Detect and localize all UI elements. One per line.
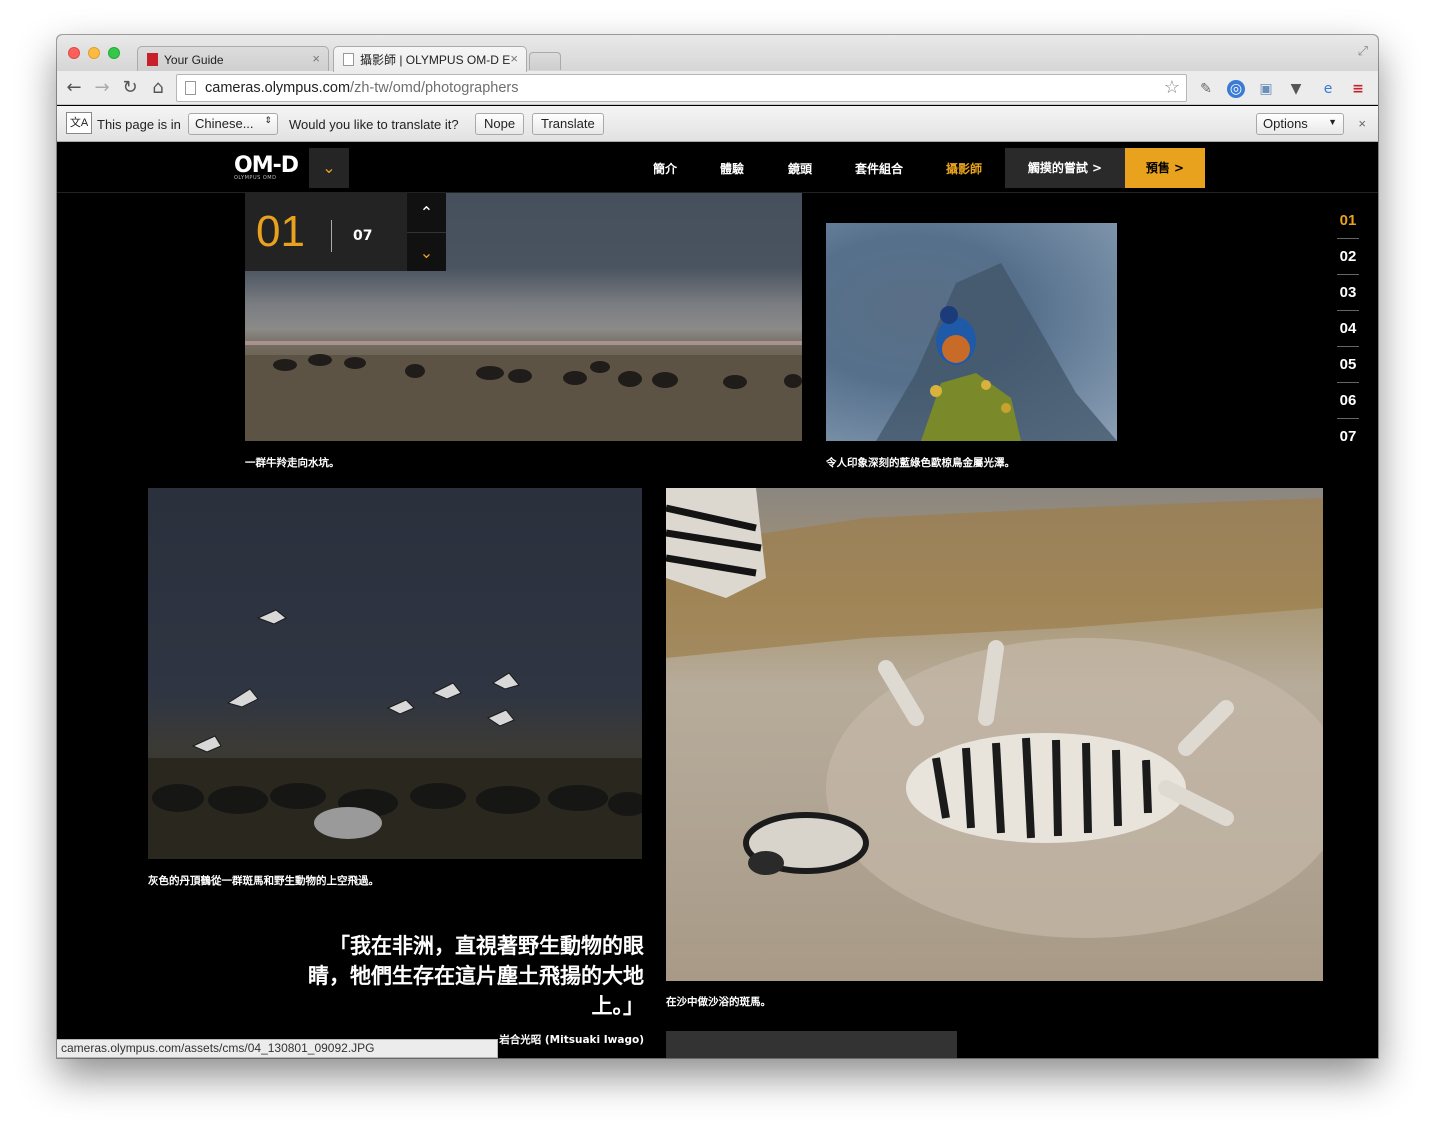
slide-indicator-03[interactable]: 03 (1337, 275, 1359, 311)
slide-indicator-04[interactable]: 04 (1337, 311, 1359, 347)
zoom-window-button[interactable] (108, 47, 120, 59)
eyedropper-icon[interactable]: ✎ (1197, 80, 1215, 98)
next-slide-button[interactable]: ⌄ (407, 232, 446, 271)
photographer-quote: 「我在非洲，直視著野生動物的眼睛，牠們生存在這片塵土飛揚的大地上。」 (308, 934, 644, 1018)
close-window-button[interactable] (68, 47, 80, 59)
ie-tab-icon[interactable]: e (1319, 80, 1337, 98)
new-tab-button[interactable] (529, 52, 561, 70)
try-button[interactable]: 觸摸的嘗試 > (1005, 148, 1125, 188)
page-icon (185, 81, 196, 95)
window-controls (68, 47, 120, 59)
current-slide-number: 01 (256, 207, 305, 256)
nav-lenses[interactable]: 鏡頭 (788, 143, 812, 193)
starling-image (876, 263, 1117, 441)
chevron-down-icon: ⌄ (419, 243, 434, 262)
previous-slide-button[interactable]: ⌃ (407, 193, 446, 232)
plain (245, 355, 802, 441)
stepper-icon: ⇕ (264, 115, 272, 125)
nav-photographers[interactable]: 攝影師 (946, 143, 982, 193)
slide-indicator-07[interactable]: 07 (1337, 419, 1359, 455)
tab-photographers[interactable]: 攝影師 | OLYMPUS OM-D E × (333, 46, 527, 72)
pocket-icon[interactable]: ▼ (1287, 80, 1305, 98)
status-bar: cameras.olympus.com/assets/cms/04_130801… (57, 1039, 498, 1058)
tab-title: Your Guide (164, 52, 224, 67)
photo-zebra-dust[interactable] (666, 488, 1323, 981)
options-select[interactable]: Options ▼ (1256, 113, 1344, 135)
back-icon[interactable]: ← (63, 77, 85, 98)
screenshot-icon[interactable]: ▣ (1257, 80, 1275, 98)
translate-question: Would you like to translate it? (289, 117, 459, 132)
extension-icon[interactable]: ◎ (1227, 80, 1245, 98)
slide-indicator-02[interactable]: 02 (1337, 239, 1359, 275)
forward-icon[interactable]: → (91, 77, 113, 98)
photo-caption: 一群牛羚走向水坑。 (245, 457, 340, 469)
language-value: Chinese... (195, 116, 254, 131)
nav-kits[interactable]: 套件組合 (855, 143, 903, 193)
url-path: /zh-tw/omd/photographers (350, 80, 519, 96)
menu-toggle-button[interactable]: ⌄ (309, 148, 349, 188)
nope-button[interactable]: Nope (475, 113, 525, 135)
tab-close-icon[interactable]: × (312, 51, 320, 66)
webpage: OM-D OLYMPUS OMD ⌄ 簡介 體驗 鏡頭 套件組合 攝影師 觸摸的嘗… (57, 143, 1378, 1058)
page-icon (343, 53, 354, 66)
home-icon[interactable]: ⌂ (147, 77, 169, 98)
slide-counter: 01 07 ⌃ ⌄ (245, 193, 446, 271)
cranes-image (148, 609, 642, 859)
translate-button[interactable]: Translate (532, 113, 604, 135)
minimize-window-button[interactable] (88, 47, 100, 59)
tab-title: 攝影師 | OLYMPUS OM-D E (360, 53, 511, 67)
translate-icon: 文A (66, 112, 92, 134)
chevron-down-icon: ⌄ (322, 158, 336, 177)
flamingo-line (245, 341, 802, 345)
tab-your-guide[interactable]: Your Guide × (137, 46, 329, 72)
slide-indicator-01[interactable]: 01 (1337, 203, 1359, 239)
language-select[interactable]: Chinese... ⇕ (188, 113, 278, 135)
nav-experience[interactable]: 體驗 (720, 143, 744, 193)
dropdown-arrow-icon: ▼ (1328, 117, 1337, 127)
slide-indicator-05[interactable]: 05 (1337, 347, 1359, 383)
cranes (191, 609, 520, 753)
page-language-label: This page is in (97, 117, 181, 132)
nav-intro[interactable]: 簡介 (653, 143, 677, 193)
photo-caption: 令人印象深刻的藍綠色歐椋鳥金屬光澤。 (826, 457, 1015, 469)
photo-next[interactable] (666, 1031, 957, 1058)
bird-head (940, 306, 958, 324)
total-slides: 07 (353, 228, 373, 244)
tab-close-icon[interactable]: × (510, 51, 518, 66)
browser-toolbar: ← → ↻ ⌂ cameras.olympus.com/zh-tw/omd/ph… (57, 71, 1378, 105)
favicon-icon (147, 53, 158, 66)
bird-breast (942, 335, 970, 363)
zebra (314, 807, 382, 839)
close-translate-bar-icon[interactable]: × (1358, 116, 1366, 131)
fullscreen-icon[interactable]: ⤢ (1358, 44, 1368, 59)
bookmark-star-icon[interactable]: ☆ (1164, 77, 1180, 98)
zebra-dust-image (666, 488, 1323, 938)
photo-caption: 灰色的丹頂鶴從一群斑馬和野生動物的上空飛過。 (148, 875, 379, 887)
address-bar[interactable]: cameras.olympus.com/zh-tw/omd/photograph… (176, 74, 1187, 102)
preorder-button[interactable]: 預售 > (1125, 148, 1205, 188)
photo-starling[interactable] (826, 223, 1117, 441)
counter-divider (331, 220, 332, 252)
menu-icon[interactable]: ≡ (1349, 80, 1367, 98)
translate-bar: 文A This page is in Chinese... ⇕ Would you… (57, 106, 1378, 142)
options-label: Options (1263, 116, 1308, 131)
reload-icon[interactable]: ↻ (119, 77, 141, 98)
browser-window: Your Guide × 攝影師 | OLYMPUS OM-D E × ⤢ ← … (57, 35, 1378, 1058)
tab-strip: Your Guide × 攝影師 | OLYMPUS OM-D E × ⤢ (57, 35, 1378, 72)
photo-cranes[interactable] (148, 488, 642, 859)
omd-logo[interactable]: OM-D OLYMPUS OMD (234, 153, 299, 181)
quote-author: 岩合光昭 (Mitsuaki Iwago) (499, 1034, 644, 1046)
photo-caption: 在沙中做沙浴的斑馬。 (666, 996, 771, 1008)
slide-indicator-list: 01 02 03 04 05 06 07 (1337, 203, 1359, 455)
site-header: OM-D OLYMPUS OMD ⌄ 簡介 體驗 鏡頭 套件組合 攝影師 觸摸的嘗… (57, 143, 1378, 193)
chevron-up-icon: ⌃ (419, 203, 434, 222)
slide-indicator-06[interactable]: 06 (1337, 383, 1359, 419)
url-host: cameras.olympus.com (205, 80, 351, 96)
